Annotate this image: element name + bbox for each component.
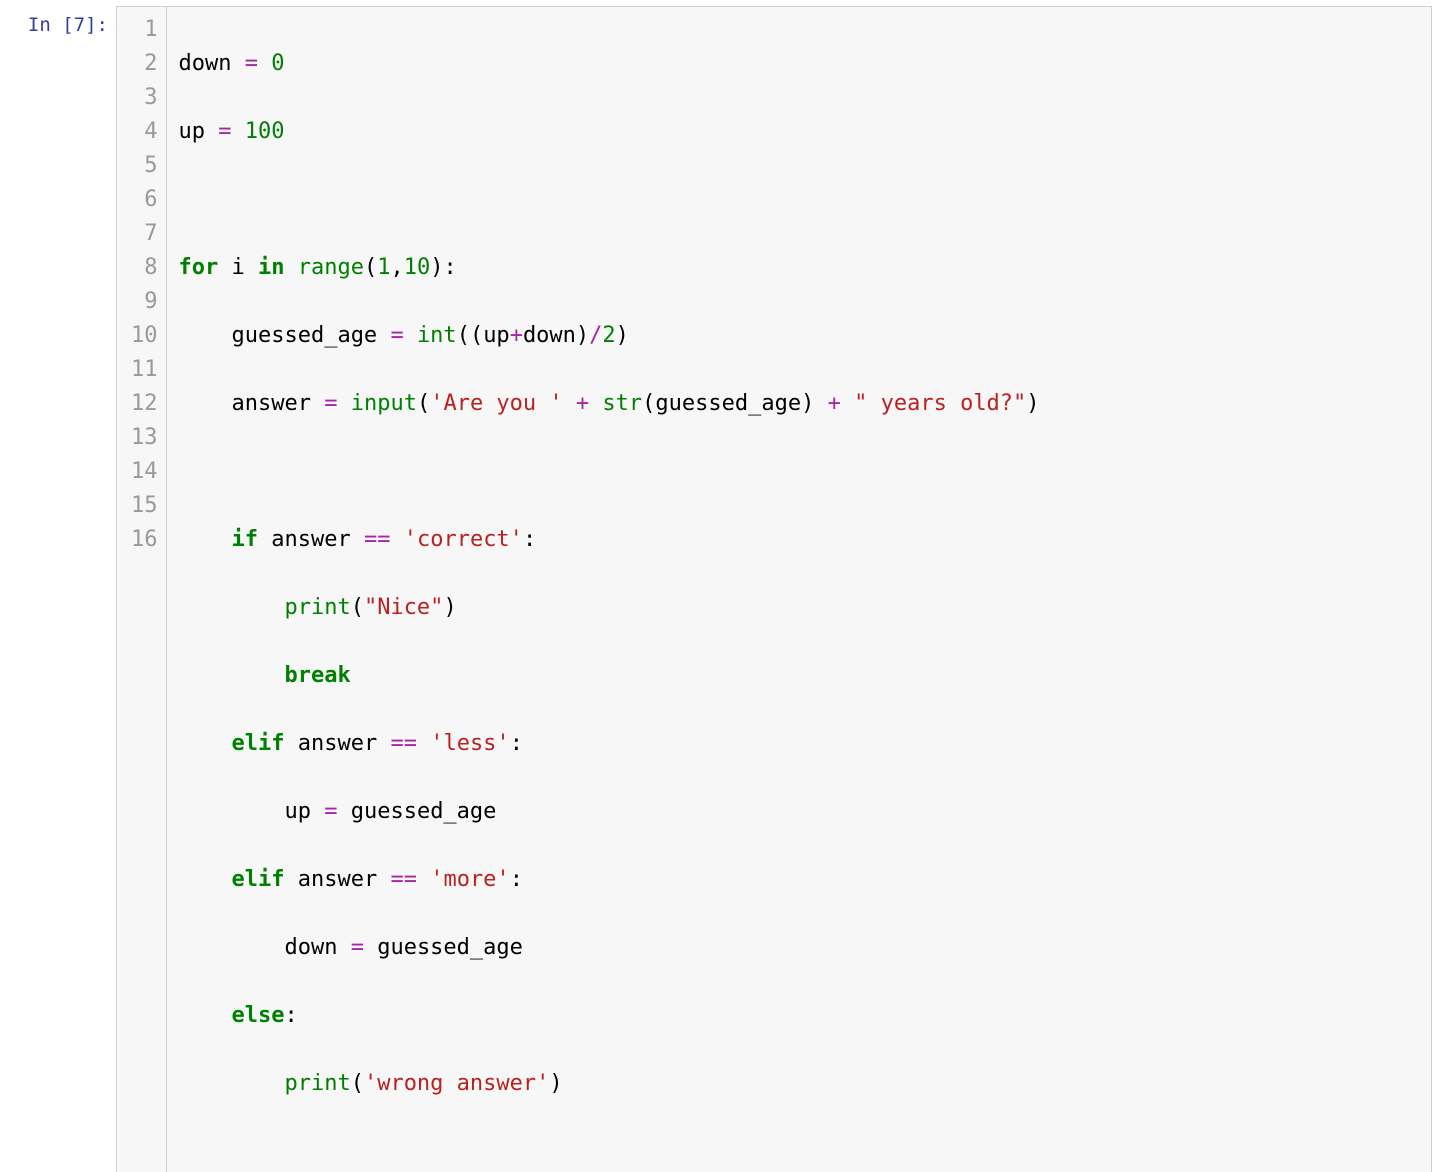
line-number: 3	[131, 81, 158, 115]
code-line[interactable]: break	[179, 659, 1420, 693]
line-number: 14	[131, 455, 158, 489]
code-line[interactable]: down = guessed_age	[179, 931, 1420, 965]
code-line[interactable]: for i in range(1,10):	[179, 251, 1420, 285]
code-line[interactable]	[179, 183, 1420, 217]
code-line[interactable]: answer = input('Are you ' + str(guessed_…	[179, 387, 1420, 421]
code-line[interactable]: up = 100	[179, 115, 1420, 149]
code-line[interactable]: print('wrong answer')	[179, 1067, 1420, 1101]
line-number: 8	[131, 251, 158, 285]
line-number: 12	[131, 387, 158, 421]
code-line[interactable]: guessed_age = int((up+down)/2)	[179, 319, 1420, 353]
code-line[interactable]: up = guessed_age	[179, 795, 1420, 829]
code-line[interactable]: down = 0	[179, 47, 1420, 81]
line-number: 15	[131, 489, 158, 523]
prompt-label: In	[28, 14, 62, 36]
input-prompt: In [7]:	[8, 6, 116, 35]
code-line[interactable]: elif answer == 'more':	[179, 863, 1420, 897]
line-number: 9	[131, 285, 158, 319]
line-number: 7	[131, 217, 158, 251]
code-line[interactable]: else:	[179, 999, 1420, 1033]
code-line[interactable]: print("Nice")	[179, 591, 1420, 625]
line-number: 11	[131, 353, 158, 387]
notebook-code-cell: In [7]: 1 2 3 4 5 6 7 8 9 10 11 12 13 14…	[0, 0, 1440, 1172]
code-editor[interactable]: down = 0 up = 100 for i in range(1,10): …	[167, 7, 1432, 1172]
line-number-gutter: 1 2 3 4 5 6 7 8 9 10 11 12 13 14 15 16	[117, 7, 167, 1172]
code-line[interactable]	[179, 455, 1420, 489]
line-number: 2	[131, 47, 158, 81]
line-number: 16	[131, 523, 158, 557]
line-number: 1	[131, 13, 158, 47]
line-number: 5	[131, 149, 158, 183]
prompt-execution-count: 7	[74, 14, 85, 36]
line-number: 6	[131, 183, 158, 217]
line-number: 13	[131, 421, 158, 455]
code-line[interactable]: if answer == 'correct':	[179, 523, 1420, 557]
code-input-area[interactable]: 1 2 3 4 5 6 7 8 9 10 11 12 13 14 15 16 d…	[116, 6, 1432, 1172]
line-number: 10	[131, 319, 158, 353]
code-line[interactable]: elif answer == 'less':	[179, 727, 1420, 761]
line-number: 4	[131, 115, 158, 149]
